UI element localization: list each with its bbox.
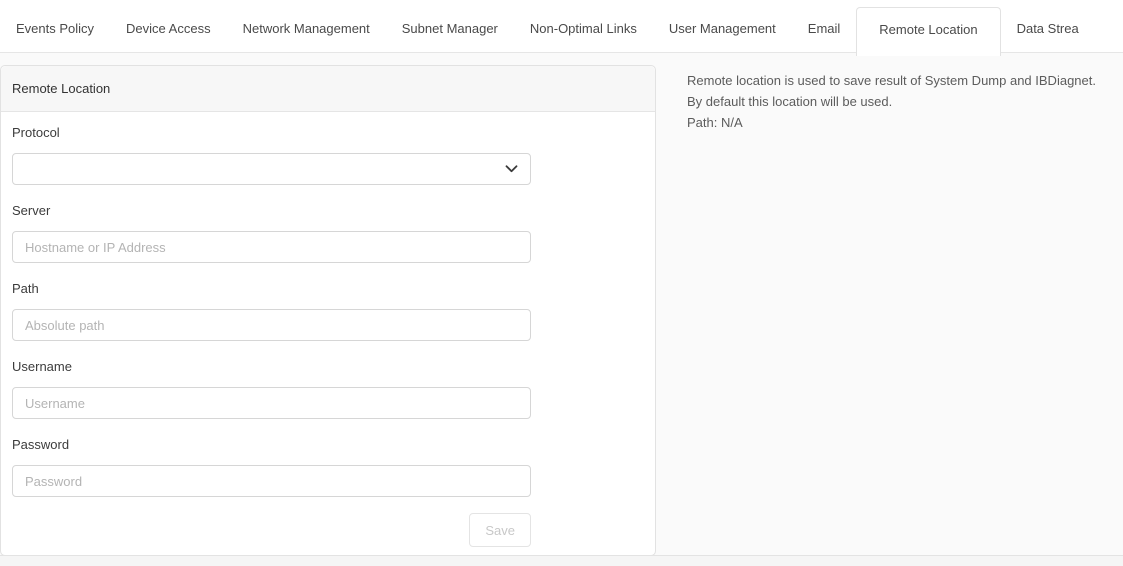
form-actions: Save [12,513,531,547]
remote-location-panel: Remote Location Protocol [0,65,656,555]
tab-bar: Events Policy Device Access Network Mana… [0,0,1123,53]
remote-location-form: Protocol Server [1,125,655,555]
server-field: Server [12,203,655,263]
tab-network-management[interactable]: Network Management [227,21,386,52]
settings-page: Events Policy Device Access Network Mana… [0,0,1123,566]
footer-strip [0,555,1123,566]
server-label: Server [12,203,655,218]
tab-non-optimal-links[interactable]: Non-Optimal Links [514,21,653,52]
info-line-usage: Remote location is used to save result o… [687,70,1096,91]
protocol-field: Protocol [12,125,655,185]
tab-device-access[interactable]: Device Access [110,21,227,52]
username-field: Username [12,359,655,419]
server-input[interactable] [12,231,531,263]
panel-title: Remote Location [1,66,655,112]
path-input[interactable] [12,309,531,341]
save-button[interactable]: Save [469,513,531,547]
path-label: Path [12,281,655,296]
info-line-default: By default this location will be used. [687,91,1096,112]
tab-data-streaming[interactable]: Data Strea [1001,21,1095,52]
password-field: Password [12,437,655,497]
protocol-select-wrap [12,153,531,185]
protocol-select[interactable] [12,153,531,185]
remote-location-help-text: Remote location is used to save result o… [687,65,1096,133]
info-line-path: Path: N/A [687,112,1096,133]
tab-events-policy[interactable]: Events Policy [0,21,110,52]
tab-user-management[interactable]: User Management [653,21,792,52]
tab-subnet-manager[interactable]: Subnet Manager [386,21,514,52]
tab-email[interactable]: Email [792,21,857,52]
password-input[interactable] [12,465,531,497]
protocol-label: Protocol [12,125,655,140]
password-label: Password [12,437,655,452]
tab-remote-location[interactable]: Remote Location [856,7,1000,56]
username-label: Username [12,359,655,374]
username-input[interactable] [12,387,531,419]
content-area: Remote Location Protocol [0,53,1123,555]
path-field: Path [12,281,655,341]
